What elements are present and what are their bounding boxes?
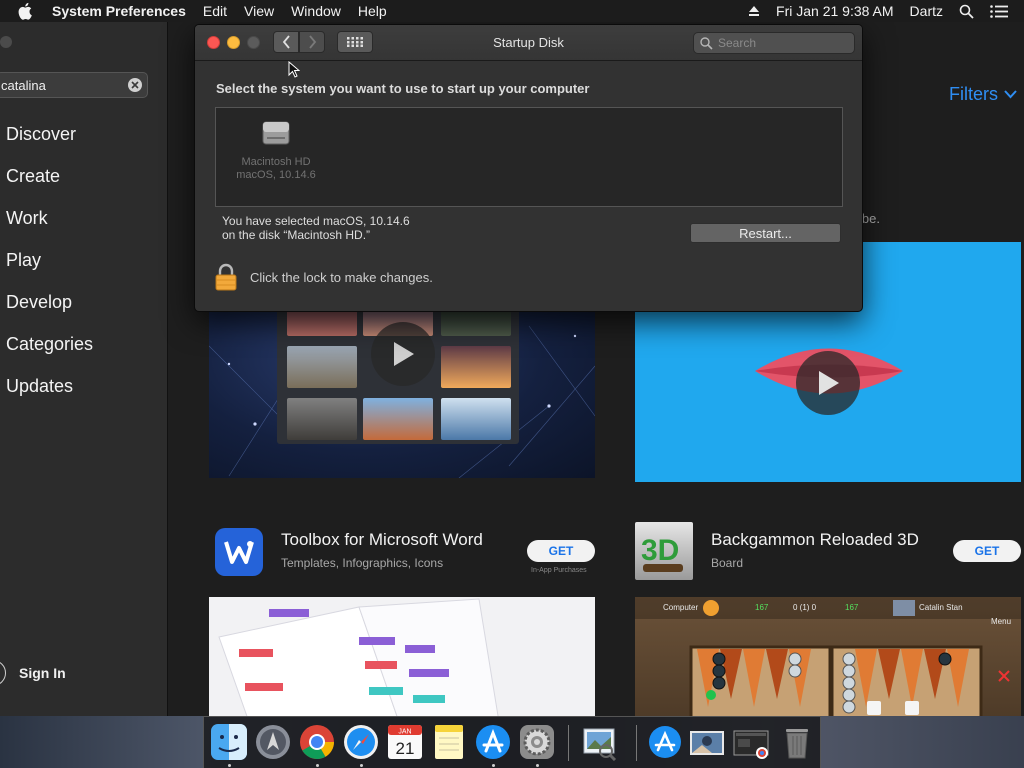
selection-summary: You have selected macOS, 10.14.6 on the … <box>222 214 410 242</box>
selection-line-1: You have selected macOS, 10.14.6 <box>222 214 410 228</box>
app-row-toolbox-word[interactable]: Toolbox for Microsoft Word Templates, In… <box>215 528 483 576</box>
backgammon-board-illustration <box>689 645 1010 716</box>
calendar-icon[interactable]: JAN 21 <box>386 723 424 761</box>
mouse-pointer-icon <box>288 60 301 84</box>
menu-datetime[interactable]: Fri Jan 21 9:38 AM <box>776 3 894 19</box>
app-store-search-field[interactable]: catalina <box>0 72 148 98</box>
system-preferences-icon[interactable] <box>518 723 556 761</box>
toolbox-word-app-icon <box>215 528 263 576</box>
photo-stack-icon[interactable] <box>688 723 726 761</box>
player1-score: 167 <box>755 603 769 612</box>
finder-icon[interactable] <box>210 723 248 761</box>
player2-name: Catalin Stan <box>919 603 963 612</box>
menu-user[interactable]: Dartz <box>910 3 943 19</box>
spotlight-search-icon[interactable] <box>959 4 974 19</box>
avatar-icon <box>0 660 6 686</box>
play-icon[interactable] <box>796 351 860 415</box>
sidebar-item-create[interactable]: Create <box>6 166 93 208</box>
launchpad-icon[interactable] <box>254 723 292 761</box>
sidebar-nav: Discover Create Work Play Develop Catego… <box>6 124 93 418</box>
safari-icon[interactable] <box>342 723 380 761</box>
notification-center-icon[interactable] <box>990 4 1008 18</box>
disk-os-version: macOS, 10.14.6 <box>236 169 316 181</box>
document-templates-illustration <box>218 598 499 716</box>
app-row-backgammon[interactable]: 3D Backgammon Reloaded 3D Board <box>635 522 919 580</box>
app-subtitle: Templates, Infographics, Icons <box>281 556 444 570</box>
menu-app-name[interactable]: System Preferences <box>52 3 186 19</box>
dock-separator <box>636 725 637 761</box>
disk-item-macintosh-hd[interactable]: Macintosh HD macOS, 10.14.6 <box>236 118 316 182</box>
search-placeholder: Search <box>718 36 757 50</box>
sidebar-item-discover[interactable]: Discover <box>6 124 93 166</box>
app-store-icon[interactable] <box>474 723 512 761</box>
app-name[interactable]: Backgammon Reloaded 3D <box>711 530 919 550</box>
sidebar-item-categories[interactable]: Categories <box>6 334 93 376</box>
app-store-sidebar: catalina Discover Create Work Play Devel… <box>0 22 168 716</box>
filters-label: Filters <box>949 84 998 104</box>
app-name[interactable]: Toolbox for Microsoft Word <box>281 530 483 550</box>
menu-window[interactable]: Window <box>291 3 341 19</box>
disk-name: Macintosh HD <box>241 156 311 168</box>
trash-icon[interactable] <box>778 723 816 761</box>
running-indicator <box>316 764 319 767</box>
backgammon-preview-card[interactable]: Computer 167 0 (1) 0 167 Catalin Stan Me… <box>635 597 1021 716</box>
running-indicator <box>228 764 231 767</box>
notes-icon[interactable] <box>430 723 468 761</box>
backgammon-status-bar: Computer 167 0 (1) 0 167 Catalin Stan Me… <box>635 597 1021 626</box>
chrome-icon[interactable] <box>298 723 336 761</box>
search-input-value: catalina <box>1 77 46 93</box>
sign-in-button[interactable]: Sign In <box>0 660 66 686</box>
clear-search-icon[interactable] <box>128 78 142 92</box>
menu-help[interactable]: Help <box>358 3 387 19</box>
get-button-toolbox-word[interactable]: GET <box>527 540 595 562</box>
preview-icon[interactable] <box>580 723 618 762</box>
calendar-month: JAN <box>398 729 411 736</box>
backgammon-app-icon: 3D <box>635 522 693 580</box>
restart-button[interactable]: Restart... <box>690 223 841 243</box>
dock-separator <box>568 725 569 761</box>
get-button-backgammon[interactable]: GET <box>953 540 1021 562</box>
sidebar-item-work[interactable]: Work <box>6 208 93 250</box>
sidebar-item-play[interactable]: Play <box>6 250 93 292</box>
match-score: 0 (1) 0 <box>793 603 817 612</box>
search-icon <box>700 37 713 50</box>
calendar-day: 21 <box>396 739 415 758</box>
selection-line-2: on the disk “Macintosh HD.” <box>222 228 371 242</box>
hard-drive-icon <box>262 121 290 145</box>
instruction-text: Select the system you want to use to sta… <box>216 81 590 96</box>
window-titlebar[interactable]: Startup Disk Search <box>195 25 862 61</box>
eject-icon[interactable] <box>748 5 760 17</box>
app-subtitle: Board <box>711 556 744 570</box>
player2-score: 167 <box>845 603 859 612</box>
dock: JAN 21 <box>203 716 821 768</box>
app-store-downloads-icon[interactable] <box>646 723 684 761</box>
in-app-purchases-note: In-App Purchases <box>531 567 587 574</box>
screenshot-stack-icon[interactable] <box>732 723 770 761</box>
svg-text:3D: 3D <box>641 534 679 567</box>
running-indicator <box>492 764 495 767</box>
menu-view[interactable]: View <box>244 3 274 19</box>
lock-control[interactable]: Click the lock to make changes. <box>214 263 433 291</box>
sidebar-item-develop[interactable]: Develop <box>6 292 93 334</box>
menu-edit[interactable]: Edit <box>203 3 227 19</box>
window-control-button[interactable] <box>0 36 12 48</box>
running-indicator <box>536 764 539 767</box>
play-icon[interactable] <box>371 322 435 386</box>
lock-icon[interactable] <box>214 263 238 291</box>
lock-text: Click the lock to make changes. <box>250 269 433 285</box>
apple-icon[interactable] <box>18 2 38 20</box>
startup-disk-list: Macintosh HD macOS, 10.14.6 <box>215 107 843 207</box>
filters-button[interactable]: Filters <box>949 84 1017 105</box>
sidebar-item-updates[interactable]: Updates <box>6 376 93 418</box>
player2-avatar <box>893 600 915 616</box>
running-indicator <box>360 764 363 767</box>
menu-bar: System Preferences Edit View Window Help… <box>0 0 1024 22</box>
toolbox-word-preview-card[interactable] <box>209 597 595 716</box>
chevron-down-icon <box>1004 90 1017 99</box>
player1-avatar <box>703 600 719 616</box>
sign-in-label: Sign In <box>19 665 66 681</box>
preferences-search-field[interactable]: Search <box>693 32 855 54</box>
player1-name: Computer <box>663 603 699 612</box>
featured-video-card-1[interactable] <box>209 306 595 478</box>
